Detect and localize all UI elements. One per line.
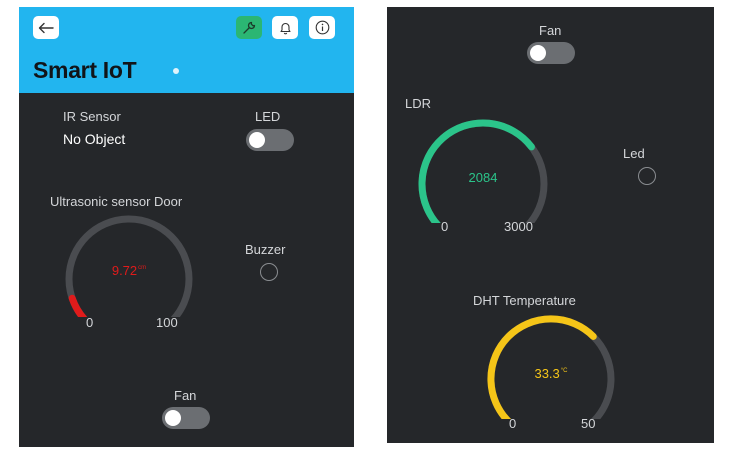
led-toggle[interactable]	[246, 129, 294, 151]
fan-label: Fan	[539, 23, 562, 38]
ir-sensor-value: No Object	[63, 131, 126, 147]
right-dashboard-panel: Fan LDR 2084 0 3000 Led DHT Temperature …	[387, 7, 714, 443]
ultrasonic-max-label: 100	[156, 315, 178, 330]
toggle-knob	[249, 132, 265, 148]
ldr-min-label: 0	[441, 219, 449, 234]
ldr-label: LDR	[405, 96, 432, 111]
ultrasonic-label: Ultrasonic sensor Door	[50, 194, 183, 209]
dht-value-number: 33.3	[534, 366, 560, 381]
led-label: Led	[623, 146, 645, 161]
buzzer-label: Buzzer	[245, 242, 286, 257]
buzzer-indicator	[260, 263, 278, 281]
ultrasonic-value: 9.72cm	[79, 263, 179, 278]
ultrasonic-min-label: 0	[86, 315, 94, 330]
device-settings-button[interactable]	[236, 16, 262, 39]
left-dashboard-panel: Smart IoT IR Sensor No Object LED Ultras…	[19, 7, 354, 447]
app-title: Smart IoT	[33, 57, 137, 83]
toggle-knob	[530, 45, 546, 61]
led-label: LED	[255, 109, 281, 124]
dht-unit: °C	[560, 368, 568, 374]
app-header: Smart IoT	[19, 7, 354, 93]
fan-label: Fan	[174, 388, 197, 403]
dht-min-label: 0	[509, 416, 517, 431]
ldr-max-label: 3000	[504, 219, 533, 234]
ultrasonic-gauge-fill	[68, 294, 88, 317]
ultrasonic-unit: cm	[138, 265, 147, 271]
bell-icon	[279, 22, 291, 34]
dht-max-label: 50	[581, 416, 596, 431]
dht-label: DHT Temperature	[473, 293, 576, 308]
info-icon	[315, 20, 329, 35]
info-button[interactable]	[309, 16, 335, 39]
back-button[interactable]	[33, 16, 59, 39]
ultrasonic-value-number: 9.72	[111, 263, 138, 278]
dht-value: 33.3°C	[501, 366, 601, 381]
led-indicator	[638, 167, 656, 185]
notifications-button[interactable]	[272, 16, 298, 39]
ldr-value: 2084	[468, 170, 498, 185]
wrench-icon	[243, 21, 256, 34]
ir-sensor-label: IR Sensor	[63, 109, 121, 124]
online-status-dot	[173, 68, 179, 74]
fan-toggle[interactable]	[162, 407, 210, 429]
arrow-left-icon	[38, 22, 54, 33]
toggle-knob	[165, 410, 181, 426]
fan-toggle[interactable]	[527, 42, 575, 64]
